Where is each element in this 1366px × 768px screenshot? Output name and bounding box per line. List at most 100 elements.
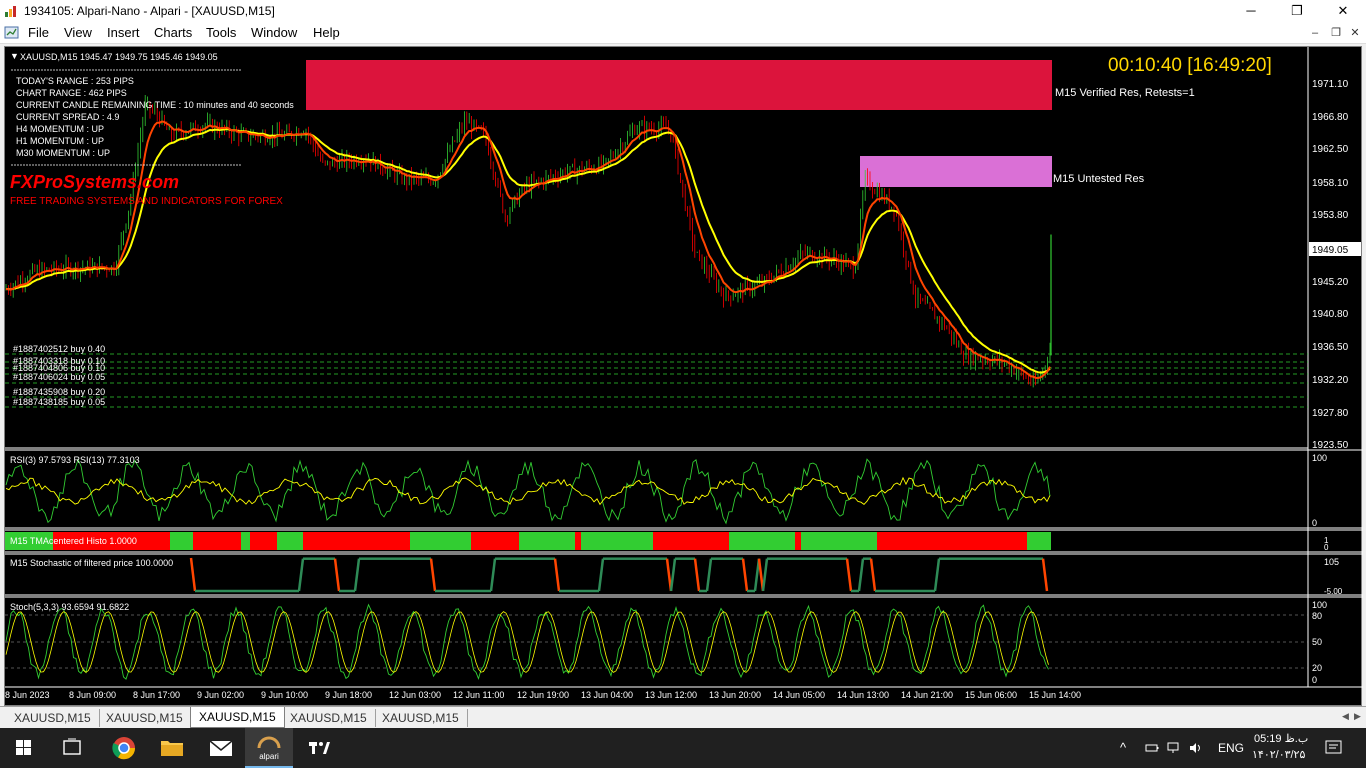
battery-icon[interactable] [1145,741,1159,755]
info-todays-range: TODAY'S RANGE : 253 PIPS [16,76,134,86]
untested-resistance-zone[interactable] [860,156,1052,187]
network-icon[interactable] [1166,740,1180,756]
price-tick: 1966.80 [1312,112,1349,123]
alpari-label: alpari [259,752,279,761]
histo-bar [877,532,1027,550]
windows-start-icon[interactable] [0,728,48,768]
maximize-button[interactable]: ❐ [1274,0,1320,22]
stoch-filtered-segment [705,558,713,592]
time-tick: 13 Jun 20:00 [709,690,761,700]
chart-canvas[interactable]: M15 Verified Res, Retests=1 M15 Untested… [5,47,1363,707]
chart-header-arrow: ▼ [10,51,19,61]
histo-bar [575,532,581,550]
time-axis[interactable]: 8 Jun 2023 8 Jun 09:00 8 Jun 17:00 9 Jun… [5,690,1081,700]
price-tick: 1940.80 [1312,309,1349,320]
mdi-close-button[interactable]: ✕ [1346,25,1364,41]
metatrader-icon [5,6,16,17]
windows-taskbar: alpari ^ ENG 05:19 ب.ظ ۱۴۰۲/۰۳/۲۵ [0,728,1366,768]
time-tick: 8 Jun 2023 [5,690,50,700]
histo-label: M15 TMAcentered Histo 1.0000 [10,536,137,546]
brand-subtitle: FREE TRADING SYSTEMS AND INDICATORS FOR … [10,196,283,207]
rsi-tick: 100 [1312,453,1327,463]
price-candles[interactable] [5,95,1052,388]
stoch-filtered-tick: 105 [1324,557,1339,567]
histo-bar [1027,532,1051,550]
verified-resistance-zone[interactable] [306,60,1052,110]
menu-window[interactable]: Window [251,25,297,40]
brand-logo: FXProSystems.com [10,172,179,192]
rsi-label: RSI(3) 97.5793 RSI(13) 77.3103 [10,455,140,465]
price-tick: 1958.10 [1312,178,1349,189]
volume-icon[interactable] [1188,740,1204,756]
menu-tools[interactable]: Tools [206,25,236,40]
task-view-icon[interactable] [48,728,96,768]
stoch-filtered-segment [693,558,701,592]
tab-scroll-right-icon[interactable]: ▶ [1354,711,1364,725]
tab-scroll-left-icon[interactable]: ◀ [1342,711,1352,725]
chrome-icon[interactable] [100,728,148,768]
order-label: #1887402512 buy 0.40 [13,344,105,354]
alpari-icon[interactable]: alpari [245,728,293,768]
mail-icon[interactable] [197,728,245,768]
chart-window-icon[interactable] [4,25,20,41]
untested-zone-label: M15 Untested Res [1053,173,1145,185]
stoch-filtered-segment [553,558,561,592]
menu-file[interactable]: File [28,25,49,40]
histo-bar [471,532,519,550]
time-tick: 12 Jun 19:00 [517,690,569,700]
stoch-filtered-segment [869,558,877,592]
menu-charts[interactable]: Charts [154,25,192,40]
order-lines[interactable] [5,353,1308,408]
price-tick: 1923.50 [1312,440,1349,451]
chart-tab[interactable]: XAUUSD,M15 [374,709,468,727]
time-tick: 9 Jun 02:00 [197,690,244,700]
time-tick: 15 Jun 14:00 [1029,690,1081,700]
rsi-subwindow[interactable]: RSI(3) 97.5793 RSI(13) 77.3103 100 0 [5,453,1327,528]
tray-chevron-icon[interactable]: ^ [1120,740,1126,755]
clock-date[interactable]: ۱۴۰۲/۰۳/۲۵ [1252,748,1305,761]
stoch-tick: 100 [1312,600,1327,610]
chart-tab[interactable]: XAUUSD,M15 [282,709,376,727]
stoch-filtered-segment [1041,558,1049,592]
clock-time[interactable]: 05:19 ب.ظ [1254,732,1308,745]
price-tick: 1936.50 [1312,342,1349,353]
price-tick: 1927.80 [1312,408,1349,419]
stoch-filtered-segment [189,557,197,592]
info-remaining-time: CURRENT CANDLE REMAINING TIME : 10 minut… [16,100,294,110]
stoch-tick: 50 [1312,637,1322,647]
histo-bar [250,532,277,550]
histo-bar [653,532,729,550]
stoch-tick: 20 [1312,663,1322,673]
current-price-label: 1949.05 [1312,245,1349,256]
mdi-minimize-button[interactable]: – [1306,25,1324,41]
close-button[interactable]: ✕ [1320,0,1366,22]
file-explorer-icon[interactable] [148,728,196,768]
stoch-filtered-segment [669,558,677,592]
info-chart-range: CHART RANGE : 462 PIPS [16,88,127,98]
stoch-filtered-segment [857,558,865,592]
tma-histo-subwindow[interactable]: M15 TMAcentered Histo 1.0000 1 0 [5,532,1329,552]
menu-help[interactable]: Help [313,25,340,40]
minimize-button[interactable]: ─ [1228,0,1274,22]
stoch-filtered-segment [489,558,497,592]
histo-bar [241,532,250,550]
chart-tab[interactable]: XAUUSD,M15 [98,709,192,727]
histo-bar [410,532,471,550]
notifications-icon[interactable] [1325,740,1343,756]
chart-tab[interactable]: XAUUSD,M15 [6,709,100,727]
stoch-subwindow[interactable]: Stoch(5,3,3) 93.6594 91.6822 100 80 50 2… [5,600,1327,685]
chart-tab-active[interactable]: XAUUSD,M15 [190,707,285,728]
histo-bar [581,532,653,550]
stoch-filtered-segment [761,558,769,592]
language-indicator[interactable]: ENG [1218,741,1244,755]
price-axis[interactable]: 1971.10 1966.80 1962.50 1958.10 1953.80 … [1309,79,1361,451]
chart-window[interactable]: M15 Verified Res, Retests=1 M15 Untested… [4,46,1363,707]
time-tick: 15 Jun 06:00 [965,690,1017,700]
menu-view[interactable]: View [64,25,92,40]
tradingview-icon[interactable] [295,728,343,768]
mdi-restore-button[interactable]: ❐ [1327,25,1345,41]
order-label: #1887438185 buy 0.05 [13,397,105,407]
menu-bar: File View Insert Charts Tools Window Hel… [0,22,1366,44]
stoch-filtered-subwindow[interactable]: M15 Stochastic of filtered price 100.000… [10,557,1343,596]
menu-insert[interactable]: Insert [107,25,140,40]
